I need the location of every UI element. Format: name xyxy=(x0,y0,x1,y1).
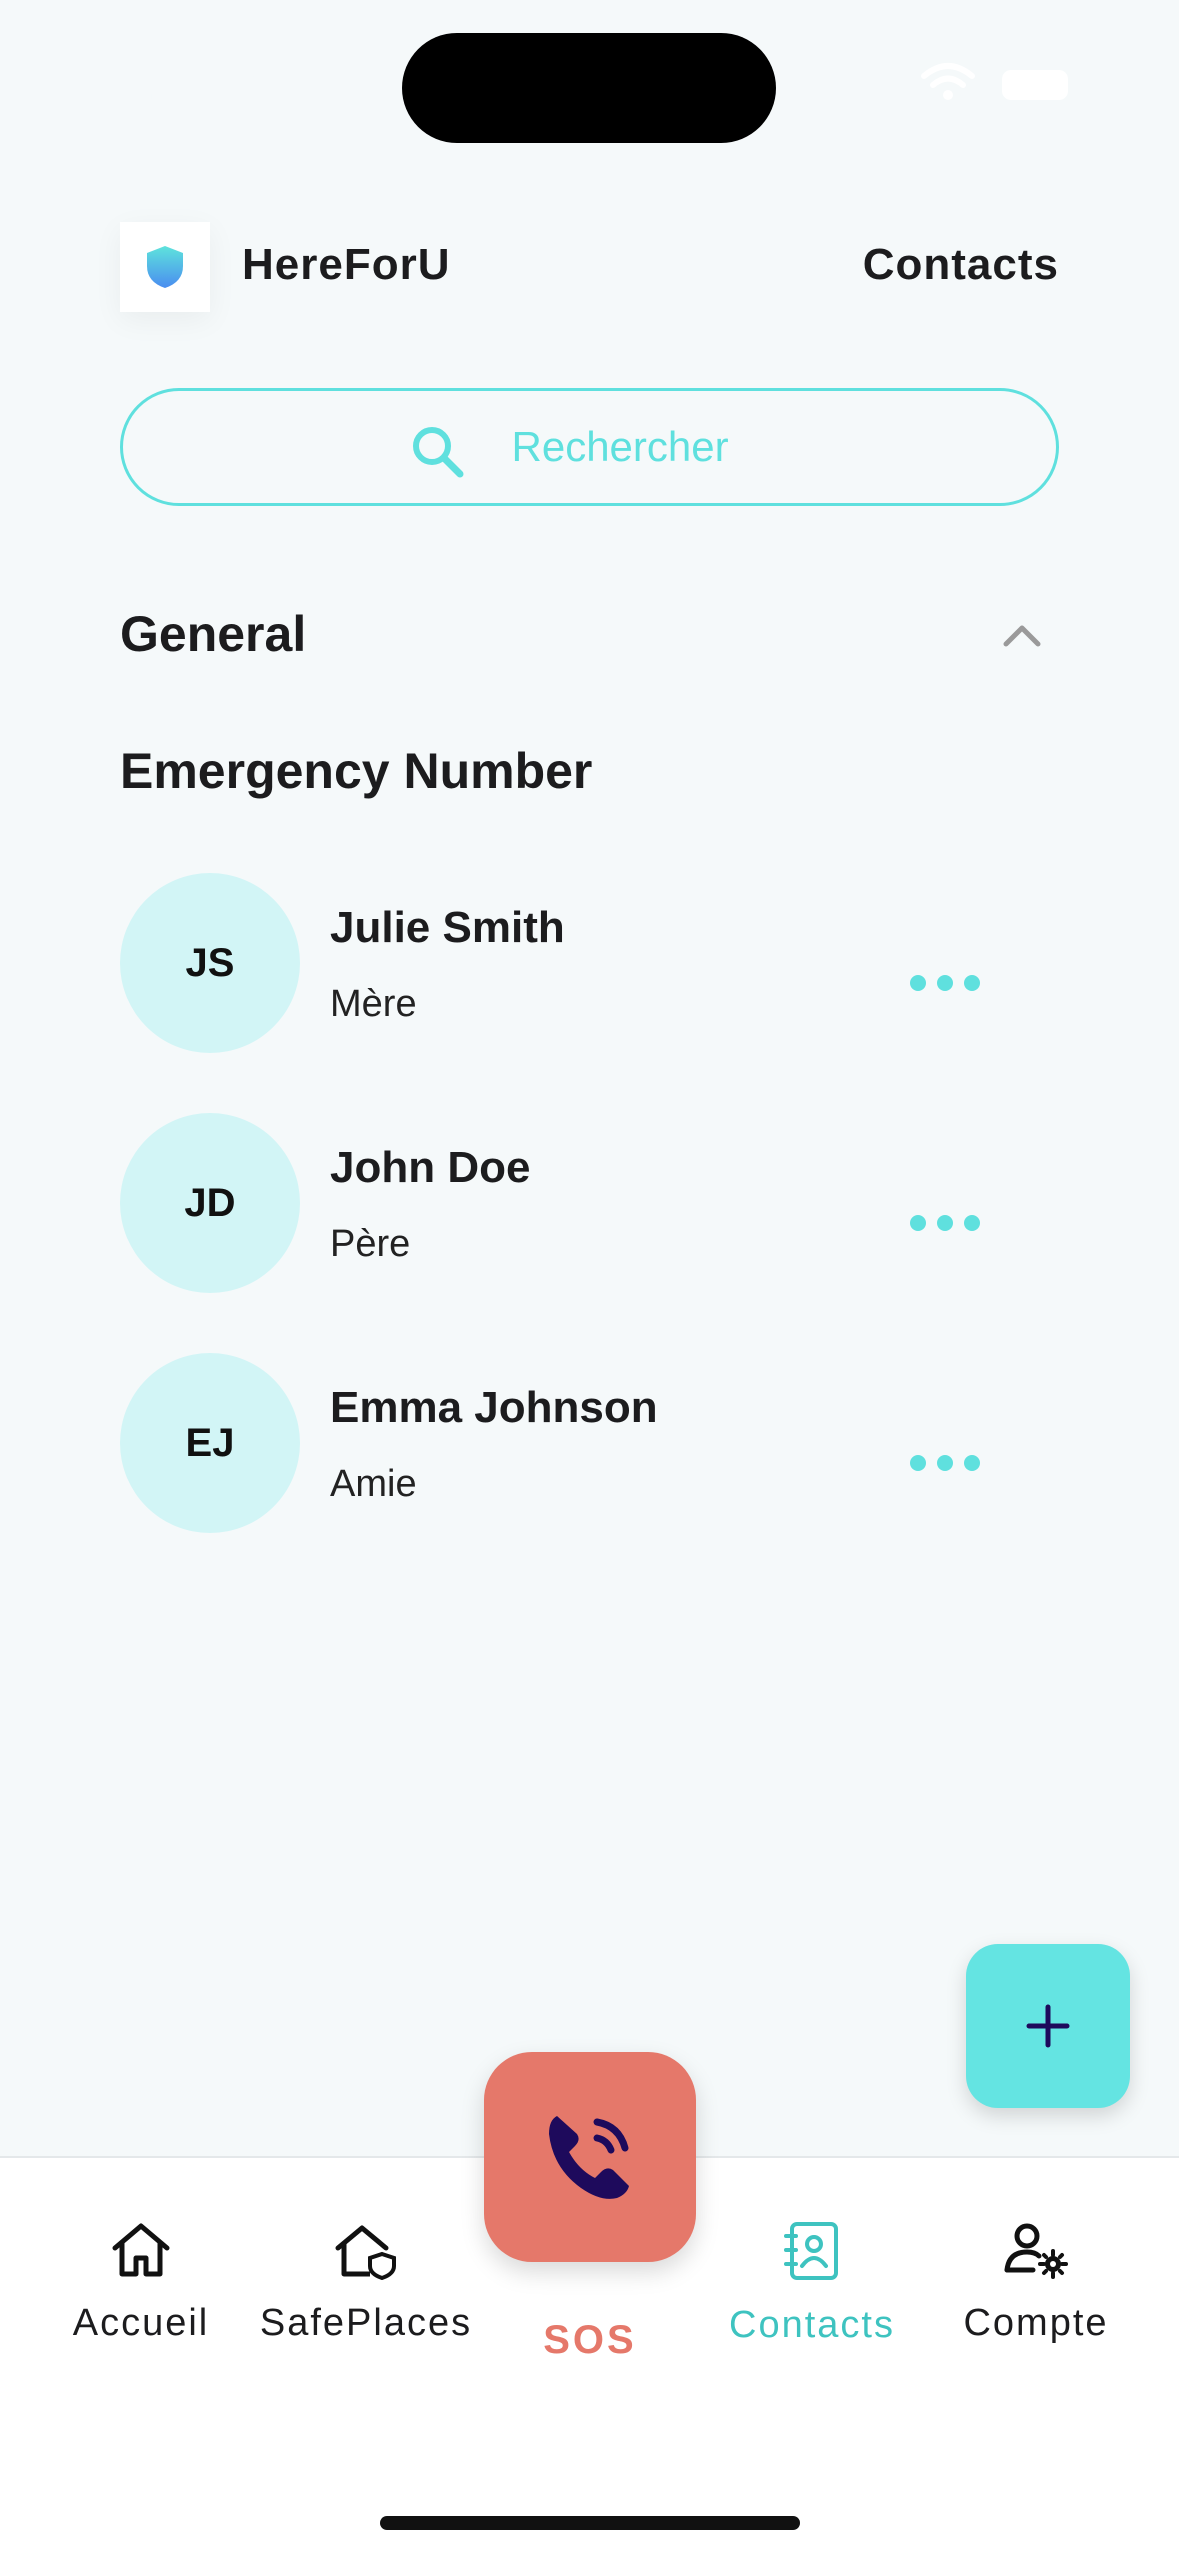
search-icon xyxy=(412,427,463,478)
sos-button[interactable] xyxy=(484,2052,696,2262)
app-logo xyxy=(120,222,210,312)
more-options-icon[interactable] xyxy=(910,1211,980,1235)
contact-name: John Doe xyxy=(330,1143,531,1192)
shield-icon xyxy=(147,246,183,288)
nav-item-contacts[interactable]: Contacts xyxy=(702,2220,922,2347)
contact-name: Julie Smith xyxy=(330,903,565,952)
contact-relation: Amie xyxy=(330,1463,417,1505)
home-indicator xyxy=(380,2516,800,2530)
user-settings-icon xyxy=(1004,2223,1068,2279)
contact-relation: Mère xyxy=(330,983,417,1025)
battery-icon xyxy=(1002,70,1068,100)
add-contact-button[interactable] xyxy=(966,1944,1130,2108)
more-options-icon[interactable] xyxy=(910,1451,980,1475)
page-title: Contacts xyxy=(862,240,1059,289)
avatar: JD xyxy=(120,1113,300,1293)
nav-item-accueil[interactable]: Accueil xyxy=(31,2220,251,2345)
nav-item-safeplaces[interactable]: SafePlaces xyxy=(256,2220,476,2345)
contact-item[interactable]: JD John Doe Père xyxy=(120,1113,1060,1293)
nav-item-compte[interactable]: Compte xyxy=(926,2220,1146,2345)
contact-name: Emma Johnson xyxy=(330,1383,658,1432)
dynamic-island xyxy=(402,33,776,143)
home-icon xyxy=(112,2223,170,2277)
more-options-icon[interactable] xyxy=(910,971,980,995)
contact-item[interactable]: JS Julie Smith Mère xyxy=(120,873,1060,1053)
search-bar[interactable] xyxy=(120,388,1059,506)
chevron-up-icon[interactable] xyxy=(1000,620,1044,650)
sos-label: SOS xyxy=(543,2318,637,2362)
nav-label: SafePlaces xyxy=(259,2302,473,2344)
status-bar: 22:21 xyxy=(0,0,1179,160)
status-time: 22:21 xyxy=(150,53,288,111)
search-input[interactable] xyxy=(511,423,772,471)
wifi-icon xyxy=(921,63,975,100)
plus-icon xyxy=(1026,2004,1070,2048)
phone-call-icon xyxy=(549,2116,629,2199)
contact-item[interactable]: EJ Emma Johnson Amie xyxy=(120,1353,1060,1533)
nav-label: Contacts xyxy=(729,2304,895,2346)
nav-label: Accueil xyxy=(72,2302,210,2344)
section-title: General xyxy=(120,606,307,662)
contacts-book-icon xyxy=(784,2222,838,2280)
avatar: EJ xyxy=(120,1353,300,1533)
app-name: HereForU xyxy=(242,240,451,289)
subsection-title: Emergency Number xyxy=(120,743,593,799)
avatar: JS xyxy=(120,873,300,1053)
contact-relation: Père xyxy=(330,1223,411,1265)
safe-house-icon xyxy=(335,2225,396,2280)
nav-label: Compte xyxy=(963,2302,1109,2344)
